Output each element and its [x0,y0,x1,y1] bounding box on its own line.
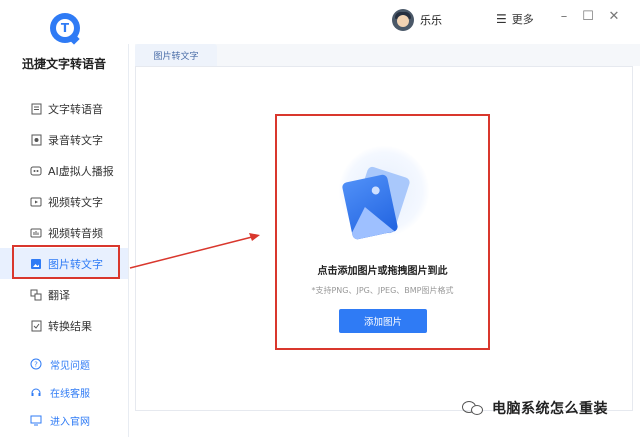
video-audio-icon [30,227,42,239]
question-icon: ? [30,358,42,370]
sidebar-item-label: 文字转语音 [48,102,103,116]
sidebar-item-label: 翻译 [48,288,70,302]
video-icon [30,196,42,208]
sidebar-item-text-to-speech[interactable]: 文字转语音 [0,93,128,124]
more-label: 更多 [511,13,534,26]
help-online-service-link[interactable]: 在线客服 [0,378,128,406]
ai-avatar-icon [30,165,42,177]
image-drop-zone[interactable]: 点击添加图片或拖拽图片到此 *支持PNG、JPG、JPEG、BMP图片格式 添加… [275,114,490,350]
svg-text:?: ? [34,361,38,369]
sidebar-item-label: AI虚拟人播报 [48,164,114,178]
sidebar-nav: 文字转语音 录音转文字 AI虚拟人播报 视频转文字 视频转音频 图片转文字 翻译… [0,93,128,341]
add-image-button[interactable]: 添加图片 [339,309,427,333]
headset-icon [30,386,42,398]
sidebar-item-label: 图片转文字 [48,257,103,271]
sidebar-item-label: 录音转文字 [48,133,103,147]
username[interactable]: 乐乐 [420,12,442,28]
drop-zone-title: 点击添加图片或拖拽图片到此 [317,266,448,277]
text-file-icon [30,103,42,115]
sidebar-item-image-to-text[interactable]: 图片转文字 [0,248,128,279]
sidebar-item-video-to-audio[interactable]: 视频转音频 [0,217,128,248]
supported-formats-hint: *支持PNG、JPG、JPEG、BMP图片格式 [311,286,454,295]
minimize-icon[interactable]: – [556,9,572,24]
result-icon [30,320,42,332]
sidebar-item-conversion-results[interactable]: 转换结果 [0,310,128,341]
sidebar-item-label: 视频转音频 [48,226,103,240]
help-item-label: 常见问题 [50,360,90,372]
image-text-icon [30,258,42,270]
maximize-icon[interactable]: ☐ [580,9,596,24]
sidebar-item-label: 视频转文字 [48,195,103,209]
app-name: 迅捷文字转语音 [21,57,106,71]
app-logo-icon: T [50,13,80,45]
help-item-label: 进入官网 [50,416,90,428]
sidebar: T 迅捷文字转语音 文字转语音 录音转文字 AI虚拟人播报 视频转文字 视频转音… [0,0,129,437]
menu-icon: ☰ [496,12,507,26]
avatar[interactable] [392,9,414,31]
help-item-label: 在线客服 [50,388,90,400]
translate-icon [30,289,42,301]
wechat-icon [462,399,486,417]
sidebar-item-label: 转换结果 [48,319,92,333]
more-button[interactable]: ☰ 更多 [496,11,534,27]
help-faq-link[interactable]: ? 常见问题 [0,350,128,378]
recording-icon [30,134,42,146]
sidebar-item-recording-to-text[interactable]: 录音转文字 [0,124,128,155]
website-icon [30,414,42,426]
close-icon[interactable]: ✕ [606,9,622,24]
help-website-link[interactable]: 进入官网 [0,406,128,434]
sidebar-item-ai-avatar[interactable]: AI虚拟人播报 [0,155,128,186]
sidebar-item-translate[interactable]: 翻译 [0,279,128,310]
watermark-text: 电脑系统怎么重装 [492,401,608,417]
watermark: 电脑系统怎么重装 [462,398,608,418]
sidebar-item-video-to-text[interactable]: 视频转文字 [0,186,128,217]
logo-letter: T [56,19,74,37]
help-links: ? 常见问题 在线客服 进入官网 [0,350,128,434]
topbar: 乐乐 ☰ 更多 – ☐ ✕ [128,0,640,44]
tab-bar: 图片转文字 [135,44,640,66]
tab-image-to-text[interactable]: 图片转文字 [135,44,217,66]
